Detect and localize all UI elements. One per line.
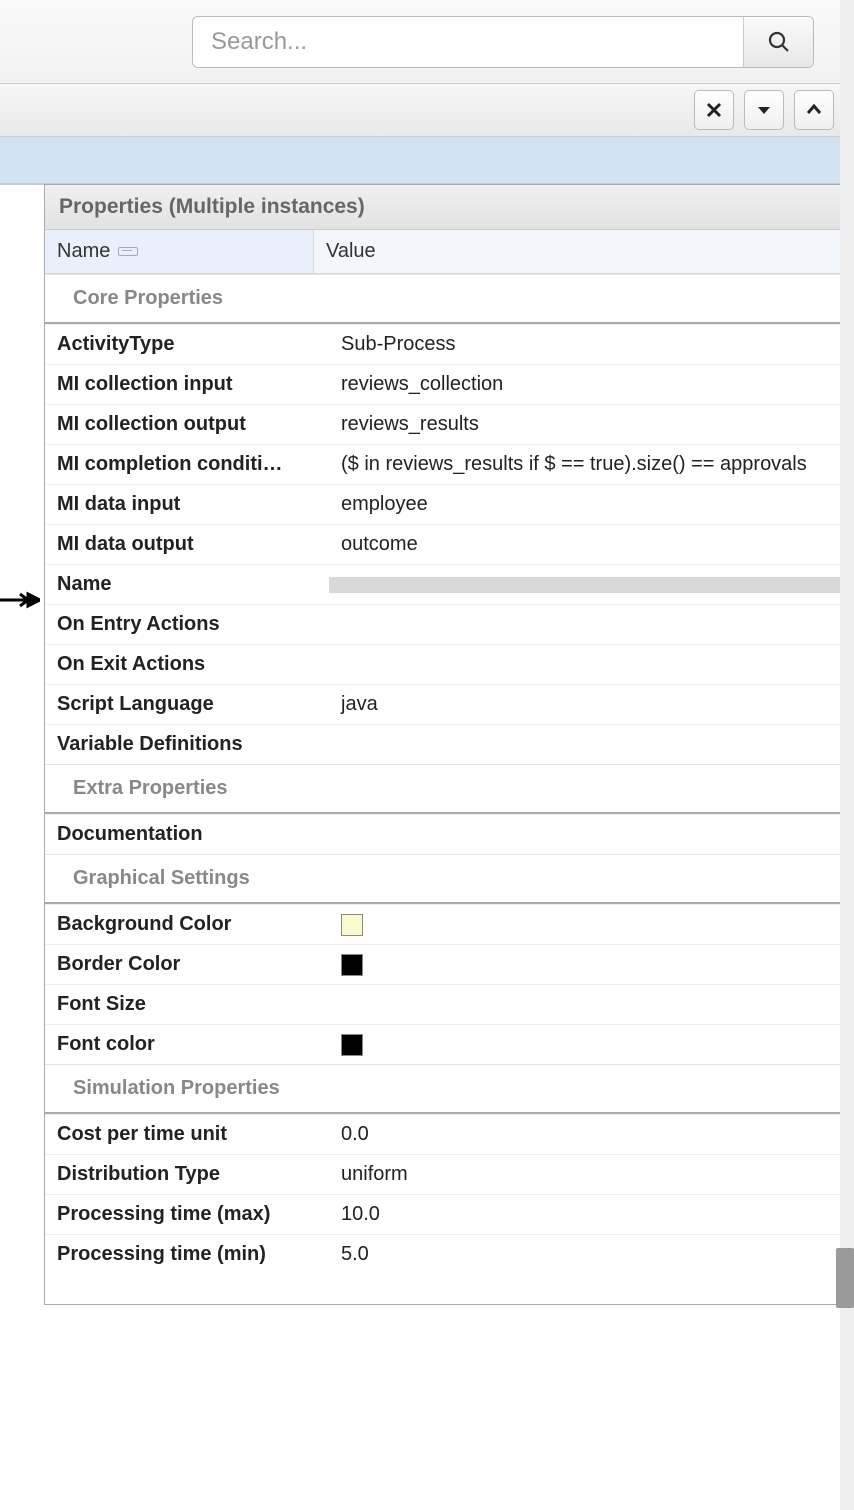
property-value[interactable] [329, 577, 853, 593]
property-value[interactable] [329, 945, 853, 984]
property-name: Font Size [45, 985, 329, 1024]
property-value[interactable]: employee [329, 485, 853, 524]
section-simulation: Simulation Properties [45, 1064, 853, 1112]
property-value[interactable] [329, 827, 853, 843]
property-row[interactable]: Font color [45, 1024, 853, 1064]
property-row[interactable]: Processing time (min)5.0 [45, 1234, 853, 1274]
property-value[interactable] [329, 997, 853, 1013]
properties-panel: Properties (Multiple instances) Name Val… [44, 184, 854, 1305]
property-row[interactable]: MI collection inputreviews_collection [45, 364, 853, 404]
property-name: Processing time (max) [45, 1195, 329, 1234]
section-extra: Extra Properties [45, 764, 853, 812]
property-name: MI collection output [45, 405, 329, 444]
property-row[interactable]: Processing time (max)10.0 [45, 1194, 853, 1234]
property-row[interactable]: On Entry Actions [45, 604, 853, 644]
core-rows: ActivityTypeSub-ProcessMI collection inp… [45, 324, 853, 764]
property-value[interactable] [329, 905, 853, 944]
property-value[interactable]: 5.0 [329, 1235, 853, 1274]
property-name: On Exit Actions [45, 645, 329, 684]
property-row[interactable]: MI data outputoutcome [45, 524, 853, 564]
property-name: Border Color [45, 945, 329, 984]
close-button[interactable] [694, 90, 734, 130]
search-button[interactable] [743, 17, 813, 67]
section-core: Core Properties [45, 274, 853, 322]
panel-title-text: Properties (Multiple instances) [59, 195, 365, 218]
property-value[interactable]: reviews_results [329, 405, 853, 444]
property-value[interactable] [329, 1025, 853, 1064]
search-bar [0, 0, 854, 84]
property-value[interactable] [329, 617, 853, 633]
property-value[interactable]: 10.0 [329, 1195, 853, 1234]
color-swatch[interactable] [341, 914, 363, 936]
property-value[interactable]: reviews_collection [329, 365, 853, 404]
property-name: Documentation [45, 815, 329, 854]
color-swatch[interactable] [341, 954, 363, 976]
property-row[interactable]: MI data inputemployee [45, 484, 853, 524]
property-value[interactable]: Sub-Process [329, 325, 853, 364]
property-name: Font color [45, 1025, 329, 1064]
property-value[interactable]: uniform [329, 1155, 853, 1194]
property-row[interactable]: Border Color [45, 944, 853, 984]
expand-button[interactable] [744, 90, 784, 130]
search-input[interactable] [193, 17, 743, 67]
property-name: ActivityType [45, 325, 329, 364]
property-row[interactable]: Font Size [45, 984, 853, 1024]
property-row[interactable]: MI collection outputreviews_results [45, 404, 853, 444]
property-row[interactable]: Script Languagejava [45, 684, 853, 724]
property-value[interactable]: ($ in reviews_results if $ == true).size… [329, 445, 853, 484]
color-swatch[interactable] [341, 1034, 363, 1056]
scrollbar-thumb[interactable] [836, 1248, 854, 1308]
property-row[interactable]: Name [45, 564, 853, 604]
property-value[interactable]: java [329, 685, 853, 724]
property-name: MI collection input [45, 365, 329, 404]
pointer-arrow [0, 590, 40, 620]
chevron-up-icon [806, 102, 822, 118]
property-name: Distribution Type [45, 1155, 329, 1194]
column-value-label: Value [326, 240, 376, 262]
column-name[interactable]: Name [45, 230, 314, 273]
extra-rows: Documentation [45, 814, 853, 854]
sort-icon [118, 247, 138, 256]
property-name: MI completion conditi… [45, 445, 329, 484]
property-row[interactable]: Variable Definitions [45, 724, 853, 764]
property-value[interactable] [329, 657, 853, 673]
property-name: Variable Definitions [45, 725, 329, 764]
column-value[interactable]: Value [314, 230, 388, 273]
property-name: Processing time (min) [45, 1235, 329, 1274]
property-row[interactable]: On Exit Actions [45, 644, 853, 684]
property-value[interactable]: 0.0 [329, 1115, 853, 1154]
property-value[interactable] [329, 737, 853, 753]
top-strip [0, 137, 854, 184]
left-gutter [0, 184, 44, 1305]
panel-toolbar [0, 84, 854, 137]
property-name: On Entry Actions [45, 605, 329, 644]
property-row[interactable]: Documentation [45, 814, 853, 854]
property-row[interactable]: Distribution Typeuniform [45, 1154, 853, 1194]
section-graphical: Graphical Settings [45, 854, 853, 902]
property-name: MI data input [45, 485, 329, 524]
property-name: Script Language [45, 685, 329, 724]
search-icon [767, 30, 791, 54]
property-name: Name [45, 565, 329, 604]
collapse-button[interactable] [794, 90, 834, 130]
caret-down-icon [756, 102, 772, 118]
property-name: Background Color [45, 905, 329, 944]
column-headers: Name Value [45, 230, 853, 274]
close-icon [706, 102, 722, 118]
property-row[interactable]: Cost per time unit0.0 [45, 1114, 853, 1154]
column-name-label: Name [57, 240, 110, 263]
property-row[interactable]: ActivityTypeSub-Process [45, 324, 853, 364]
property-row[interactable]: Background Color [45, 904, 853, 944]
panel-title: Properties (Multiple instances) [45, 185, 853, 230]
property-row[interactable]: MI completion conditi…($ in reviews_resu… [45, 444, 853, 484]
property-value[interactable]: outcome [329, 525, 853, 564]
simulation-rows: Cost per time unit0.0Distribution Typeun… [45, 1114, 853, 1274]
graphical-rows: Background ColorBorder ColorFont SizeFon… [45, 904, 853, 1064]
search-box [192, 16, 814, 68]
property-name: MI data output [45, 525, 329, 564]
property-name: Cost per time unit [45, 1115, 329, 1154]
